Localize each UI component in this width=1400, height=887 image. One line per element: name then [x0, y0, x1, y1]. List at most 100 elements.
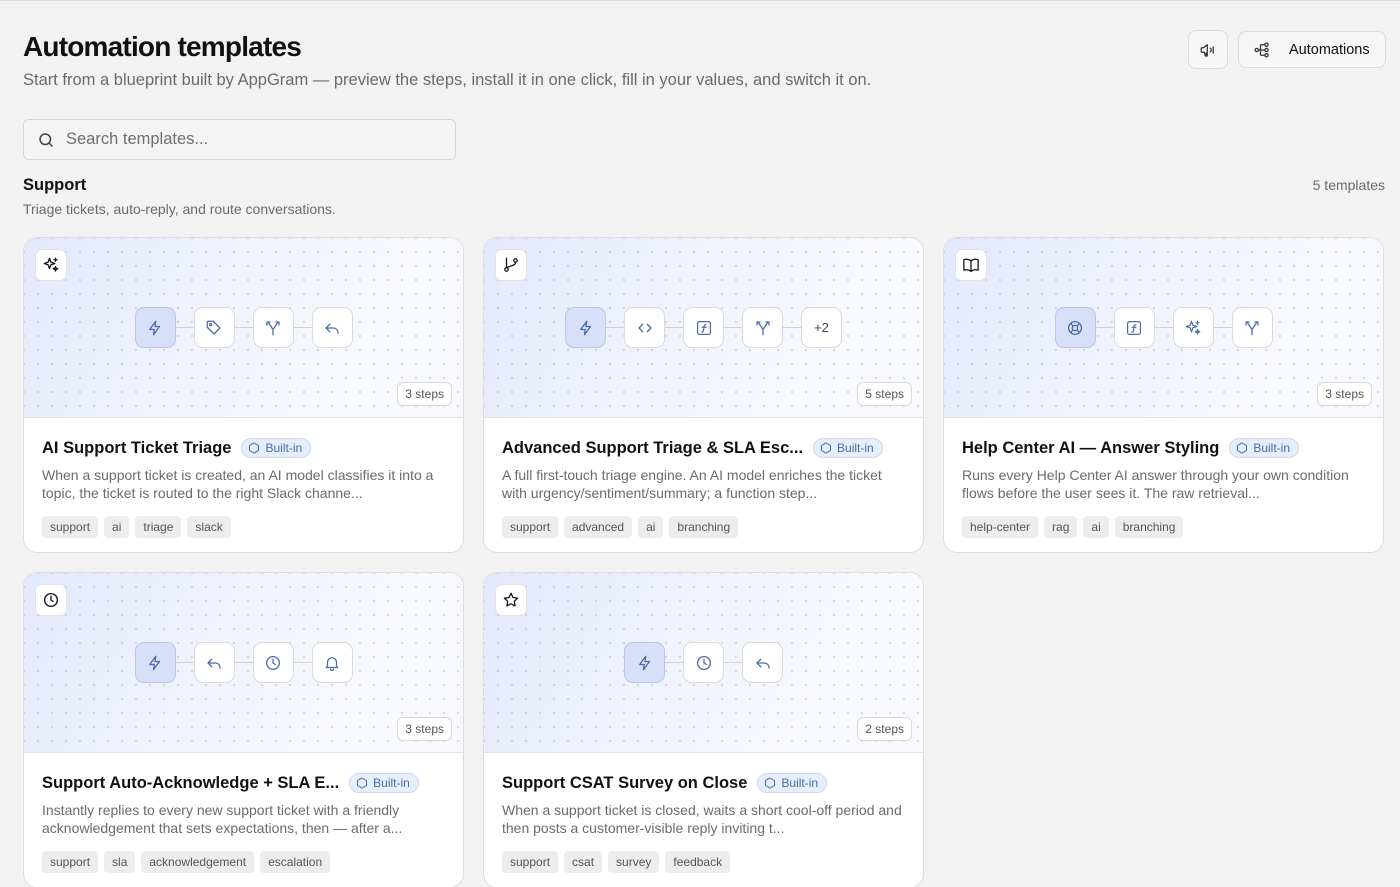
steps-badge: 3 steps [397, 382, 452, 406]
steps-badge: 5 steps [857, 382, 912, 406]
bolt-icon [565, 307, 606, 348]
flow-steps: +2 [484, 307, 923, 348]
sparkles-icon [35, 249, 67, 281]
tag-list: support ai triage slack [42, 516, 445, 538]
workflow-icon [1254, 41, 1269, 58]
template-card[interactable]: 3 steps Help Center AI — Answer Styling … [943, 237, 1384, 553]
search-box[interactable] [23, 119, 456, 160]
built-in-badge: Built-in [757, 773, 828, 793]
clock-icon [35, 584, 67, 616]
tag: survey [608, 851, 660, 873]
card-description: When a support ticket is closed, waits a… [502, 802, 902, 836]
tag: escalation [260, 851, 331, 873]
megaphone-icon [1200, 43, 1214, 57]
announcements-button[interactable] [1188, 30, 1228, 69]
flow-steps [24, 307, 463, 348]
branch-icon [252, 307, 294, 348]
tag: sla [104, 851, 136, 873]
tag: ai [104, 516, 130, 538]
template-card[interactable]: 3 steps Support Auto-Acknowledge + SLA E… [23, 572, 464, 887]
card-title: AI Support Ticket Triage [42, 438, 232, 457]
template-card[interactable]: +2 5 steps Advanced Support Triage & SLA… [483, 237, 924, 553]
tag-list: support advanced ai branching [502, 516, 905, 538]
tag: support [502, 851, 559, 873]
automations-button[interactable]: Automations [1238, 31, 1386, 68]
reply-icon [742, 642, 783, 683]
clock-icon [252, 642, 294, 683]
search-input[interactable] [66, 130, 426, 149]
tag: triage [135, 516, 182, 538]
bell-icon [311, 642, 353, 683]
page-subtitle: Start from a blueprint built by AppGram … [23, 71, 872, 89]
reply-icon [311, 307, 353, 348]
tag: branching [1114, 516, 1184, 538]
flow-steps [24, 642, 463, 683]
tag: advanced [564, 516, 633, 538]
reply-icon [193, 642, 235, 683]
card-description: Runs every Help Center AI answer through… [962, 467, 1349, 501]
branch-icon [1231, 307, 1273, 348]
tag: feedback [665, 851, 731, 873]
git-branch-icon [495, 249, 527, 281]
bolt-icon [134, 642, 176, 683]
clock-icon [683, 642, 724, 683]
hexagon-icon [249, 442, 260, 454]
tag: branching [669, 516, 739, 538]
built-in-badge: Built-in [813, 438, 883, 458]
steps-badge: 2 steps [857, 717, 912, 741]
tag: ai [638, 516, 664, 538]
card-description: When a support ticket is created, an AI … [42, 467, 434, 501]
flow-preview: 2 steps [484, 573, 923, 753]
card-title: Support Auto-Acknowledge + SLA E... [42, 773, 340, 792]
search-icon [39, 132, 53, 147]
card-description: Instantly replies to every new support t… [42, 802, 403, 836]
card-description: A full first-touch triage engine. An AI … [502, 467, 882, 501]
hexagon-icon [357, 777, 368, 789]
built-in-badge: Built-in [241, 438, 312, 458]
tag: support [42, 516, 99, 538]
tag-list: support sla acknowledgement escalation [42, 851, 445, 873]
hexagon-icon [821, 442, 832, 454]
flow-preview: 3 steps [944, 238, 1383, 418]
tag: acknowledgement [141, 851, 255, 873]
flow-preview: 3 steps [24, 238, 463, 418]
tag-list: help-center rag ai branching [962, 516, 1365, 538]
template-card[interactable]: 2 steps Support CSAT Survey on Close Bui… [483, 572, 924, 887]
template-card[interactable]: 3 steps AI Support Ticket Triage Built-i… [23, 237, 464, 553]
branch-icon [742, 307, 783, 348]
tag: ai [1083, 516, 1109, 538]
flow-steps [944, 307, 1383, 348]
tag: slack [187, 516, 231, 538]
tag: rag [1044, 516, 1078, 538]
card-title: Advanced Support Triage & SLA Esc... [502, 438, 804, 457]
flow-preview: +2 5 steps [484, 238, 923, 418]
tag-icon [193, 307, 235, 348]
built-in-badge: Built-in [1229, 438, 1300, 458]
function-icon [1113, 307, 1155, 348]
book-icon [955, 249, 987, 281]
page-title: Automation templates [23, 31, 302, 62]
section-title: Support [23, 176, 87, 194]
lifebuoy-icon [1054, 307, 1096, 348]
star-icon [495, 584, 527, 616]
built-in-badge: Built-in [349, 773, 419, 793]
code-icon [624, 307, 665, 348]
tag: support [42, 851, 99, 873]
flow-preview: 3 steps [24, 573, 463, 753]
flow-steps [484, 642, 923, 683]
steps-badge: 3 steps [397, 717, 452, 741]
tag: support [502, 516, 559, 538]
hexagon-icon [1237, 442, 1248, 454]
more-steps-node: +2 [801, 307, 842, 348]
template-count: 5 templates [1312, 177, 1385, 193]
tag: csat [564, 851, 603, 873]
card-title: Help Center AI — Answer Styling [962, 438, 1220, 457]
hexagon-icon [765, 777, 776, 789]
section-description: Triage tickets, auto-reply, and route co… [23, 201, 336, 217]
steps-badge: 3 steps [1317, 382, 1372, 406]
card-title: Support CSAT Survey on Close [502, 773, 748, 792]
tag-list: support csat survey feedback [502, 851, 905, 873]
bolt-icon [624, 642, 665, 683]
bolt-icon [134, 307, 176, 348]
sparkles-icon [1172, 307, 1214, 348]
